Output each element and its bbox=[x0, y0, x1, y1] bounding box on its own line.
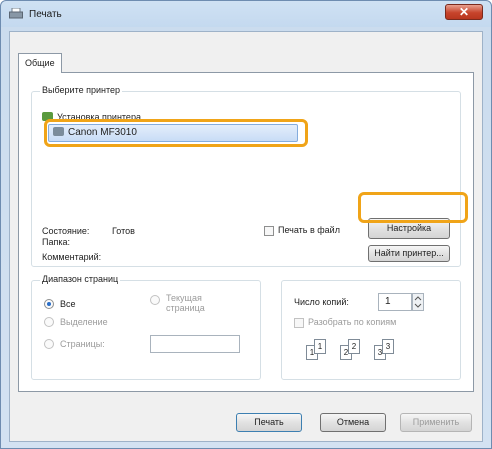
range-current-radio[interactable] bbox=[150, 295, 160, 305]
printer-group: Выберите принтер Установка принтера Cano… bbox=[31, 85, 461, 267]
print-dialog: Печать ✕ Общие Выберите принтер Установк… bbox=[0, 0, 492, 449]
pages-input[interactable] bbox=[150, 335, 240, 353]
printer-icon bbox=[53, 127, 64, 136]
status-label: Состояние: bbox=[42, 226, 90, 236]
copies-spinner[interactable] bbox=[412, 293, 424, 311]
printer-icon bbox=[9, 8, 23, 19]
find-printer-button[interactable]: Найти принтер... bbox=[368, 245, 450, 262]
print-to-file-checkbox[interactable] bbox=[264, 226, 274, 236]
add-printer-icon bbox=[42, 112, 53, 121]
collate-checkbox[interactable] bbox=[294, 318, 304, 328]
printer-list-item[interactable]: Установка принтера bbox=[42, 110, 141, 124]
range-pages-radio[interactable] bbox=[44, 339, 54, 349]
page-range-group: Диапазон страниц Все Выделение Текущая с… bbox=[31, 274, 261, 380]
range-current-label: Текущая страница bbox=[166, 293, 205, 313]
tab-panel-general: Выберите принтер Установка принтера Cano… bbox=[18, 72, 474, 392]
comment-label: Комментарий: bbox=[42, 252, 102, 262]
settings-button[interactable]: Настройка bbox=[368, 218, 450, 239]
page-icon: 3 bbox=[382, 339, 394, 354]
range-selection-label: Выделение bbox=[60, 317, 108, 327]
folder-label: Папка: bbox=[42, 237, 70, 247]
cancel-button[interactable]: Отмена bbox=[320, 413, 386, 432]
printer-list-item-selected[interactable]: Canon MF3010 bbox=[48, 124, 298, 142]
print-button[interactable]: Печать bbox=[236, 413, 302, 432]
dialog-client: Общие Выберите принтер Установка принтер… bbox=[9, 31, 483, 442]
copies-input[interactable]: 1 bbox=[378, 293, 412, 311]
printer-item-label: Canon MF3010 bbox=[68, 127, 137, 138]
close-button[interactable]: ✕ bbox=[445, 4, 483, 20]
copies-group: Число копий: 1 Разобрать по копиям 1 1 2… bbox=[281, 280, 461, 380]
range-all-label: Все bbox=[60, 299, 76, 309]
printer-group-title: Выберите принтер bbox=[40, 85, 122, 95]
copies-label: Число копий: bbox=[294, 297, 349, 307]
printer-item-label: Установка принтера bbox=[57, 112, 141, 122]
page-icon: 1 bbox=[314, 339, 326, 354]
apply-button[interactable]: Применить bbox=[400, 413, 472, 432]
page-range-title: Диапазон страниц bbox=[40, 274, 121, 284]
print-to-file-label: Печать в файл bbox=[278, 225, 340, 235]
spin-arrows-icon bbox=[414, 296, 422, 308]
status-value: Готов bbox=[112, 226, 135, 236]
tab-general[interactable]: Общие bbox=[18, 53, 62, 73]
page-icon: 2 bbox=[348, 339, 360, 354]
range-all-radio[interactable] bbox=[44, 299, 54, 309]
title-bar[interactable]: Печать ✕ bbox=[1, 1, 491, 27]
collate-label: Разобрать по копиям bbox=[308, 317, 397, 327]
range-selection-radio[interactable] bbox=[44, 317, 54, 327]
range-pages-label: Страницы: bbox=[60, 339, 105, 349]
window-title: Печать bbox=[29, 9, 62, 20]
close-icon: ✕ bbox=[459, 5, 470, 19]
printer-list[interactable]: Установка принтера Canon MF3010 bbox=[40, 110, 438, 182]
